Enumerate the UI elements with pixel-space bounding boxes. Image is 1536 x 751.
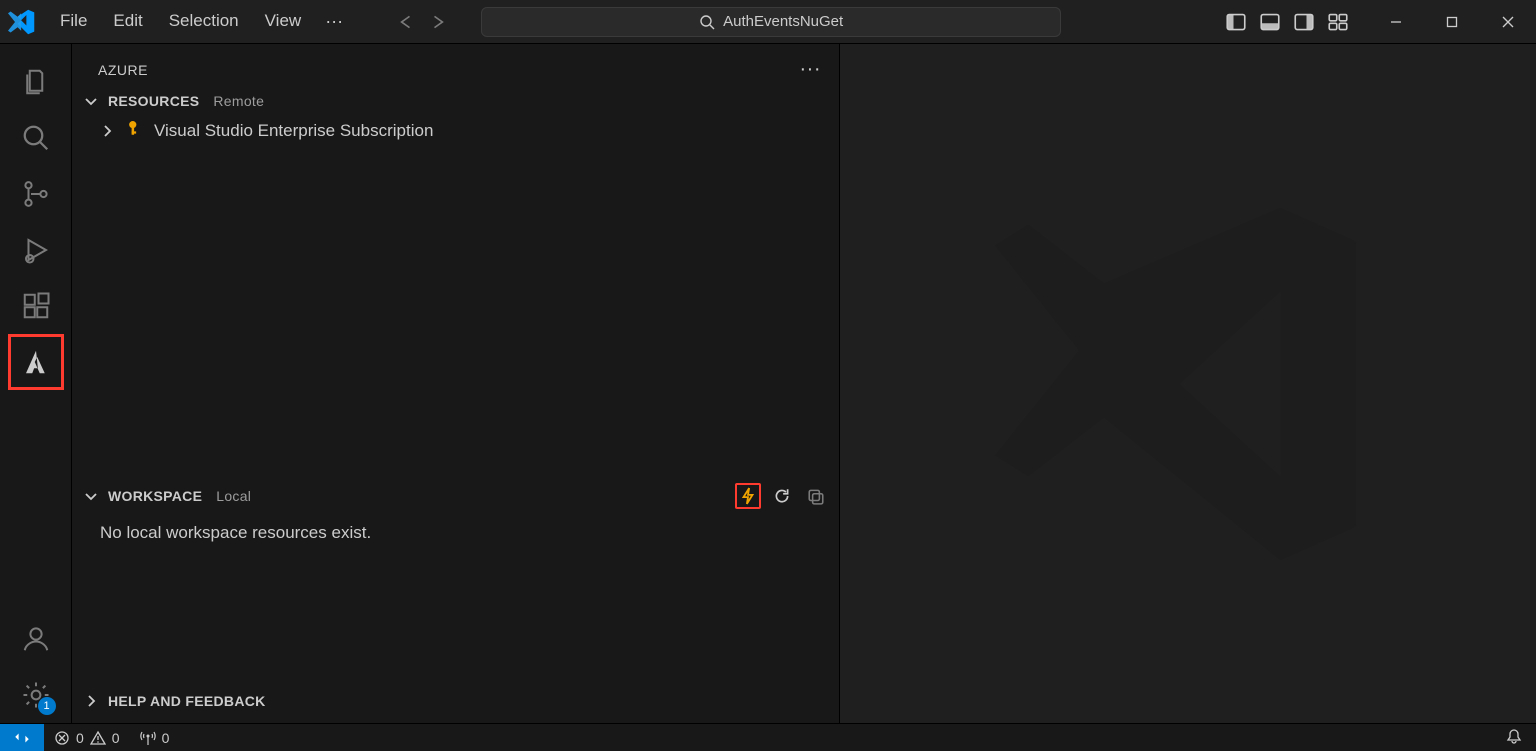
resources-header-sub: Remote — [213, 93, 264, 109]
refresh-icon[interactable] — [769, 483, 795, 509]
ports-count: 0 — [162, 730, 170, 746]
remote-indicator[interactable] — [0, 724, 44, 751]
editor-area — [840, 44, 1536, 723]
nav-forward-button[interactable] — [427, 10, 451, 34]
menu-edit[interactable]: Edit — [101, 7, 154, 36]
command-center-search[interactable]: AuthEventsNuGet — [481, 7, 1061, 37]
deploy-icon[interactable] — [803, 483, 829, 509]
toggle-secondary-sidebar-button[interactable] — [1294, 12, 1314, 32]
window-close-button[interactable] — [1480, 0, 1536, 44]
create-function-icon[interactable] — [735, 483, 761, 509]
main-area: 1 AZURE ··· RESOURCES Remote Visual Stud… — [0, 44, 1536, 723]
sidebar-more-actions[interactable]: ··· — [800, 58, 821, 81]
azure-tab-icon[interactable] — [8, 334, 64, 390]
subscription-row[interactable]: Visual Studio Enterprise Subscription — [72, 115, 839, 146]
chevron-down-icon — [82, 488, 100, 504]
window-controls — [1368, 0, 1536, 44]
workspace-empty-message: No local workspace resources exist. — [72, 515, 839, 551]
chevron-right-icon — [82, 693, 100, 709]
customize-layout-button[interactable] — [1328, 12, 1348, 32]
resources-section-header[interactable]: RESOURCES Remote — [72, 87, 839, 115]
settings-gear-icon[interactable]: 1 — [8, 667, 64, 723]
run-debug-tab-icon[interactable] — [8, 222, 64, 278]
menu-more[interactable]: ··· — [315, 7, 353, 36]
key-icon — [126, 119, 144, 142]
warning-icon — [90, 730, 106, 746]
search-text: AuthEventsNuGet — [723, 13, 843, 30]
accounts-icon[interactable] — [8, 611, 64, 667]
help-header-label: HELP AND FEEDBACK — [108, 693, 266, 709]
sidebar-title-row: AZURE ··· — [72, 44, 839, 87]
nav-arrows — [393, 10, 451, 34]
workspace-section: WORKSPACE Local No local workspace resou… — [72, 477, 839, 687]
ports-status[interactable]: 0 — [130, 730, 180, 746]
settings-badge: 1 — [38, 697, 56, 715]
layout-controls — [1226, 12, 1348, 32]
chevron-down-icon — [82, 93, 100, 109]
resources-header-label: RESOURCES — [108, 93, 199, 109]
error-count: 0 — [76, 730, 84, 746]
title-bar: File Edit Selection View ··· AuthEventsN… — [0, 0, 1536, 44]
chevron-right-icon — [98, 123, 116, 139]
source-control-tab-icon[interactable] — [8, 166, 64, 222]
window-minimize-button[interactable] — [1368, 0, 1424, 44]
error-icon — [54, 730, 70, 746]
subscription-label: Visual Studio Enterprise Subscription — [154, 121, 433, 141]
window-maximize-button[interactable] — [1424, 0, 1480, 44]
sidebar-title: AZURE — [98, 62, 148, 78]
extensions-tab-icon[interactable] — [8, 278, 64, 334]
radio-tower-icon — [140, 730, 156, 746]
workspace-header-sub: Local — [216, 488, 251, 504]
menu-bar: File Edit Selection View ··· — [48, 7, 353, 36]
problems-status[interactable]: 0 0 — [44, 730, 130, 746]
activity-bar: 1 — [0, 44, 72, 723]
toggle-panel-button[interactable] — [1260, 12, 1280, 32]
explorer-tab-icon[interactable] — [8, 54, 64, 110]
workspace-section-header[interactable]: WORKSPACE Local — [72, 477, 839, 515]
search-tab-icon[interactable] — [8, 110, 64, 166]
menu-view[interactable]: View — [253, 7, 314, 36]
menu-selection[interactable]: Selection — [157, 7, 251, 36]
workspace-header-label: WORKSPACE — [108, 488, 202, 504]
vscode-logo-icon — [8, 8, 36, 36]
search-icon — [699, 14, 715, 30]
warning-count: 0 — [112, 730, 120, 746]
toggle-primary-sidebar-button[interactable] — [1226, 12, 1246, 32]
nav-back-button[interactable] — [393, 10, 417, 34]
help-section-header[interactable]: HELP AND FEEDBACK — [72, 687, 839, 715]
menu-file[interactable]: File — [48, 7, 99, 36]
azure-sidebar: AZURE ··· RESOURCES Remote Visual Studio… — [72, 44, 840, 723]
status-bar: 0 0 0 — [0, 723, 1536, 751]
vscode-watermark-icon — [840, 44, 1536, 723]
notifications-bell-icon[interactable] — [1492, 728, 1536, 747]
